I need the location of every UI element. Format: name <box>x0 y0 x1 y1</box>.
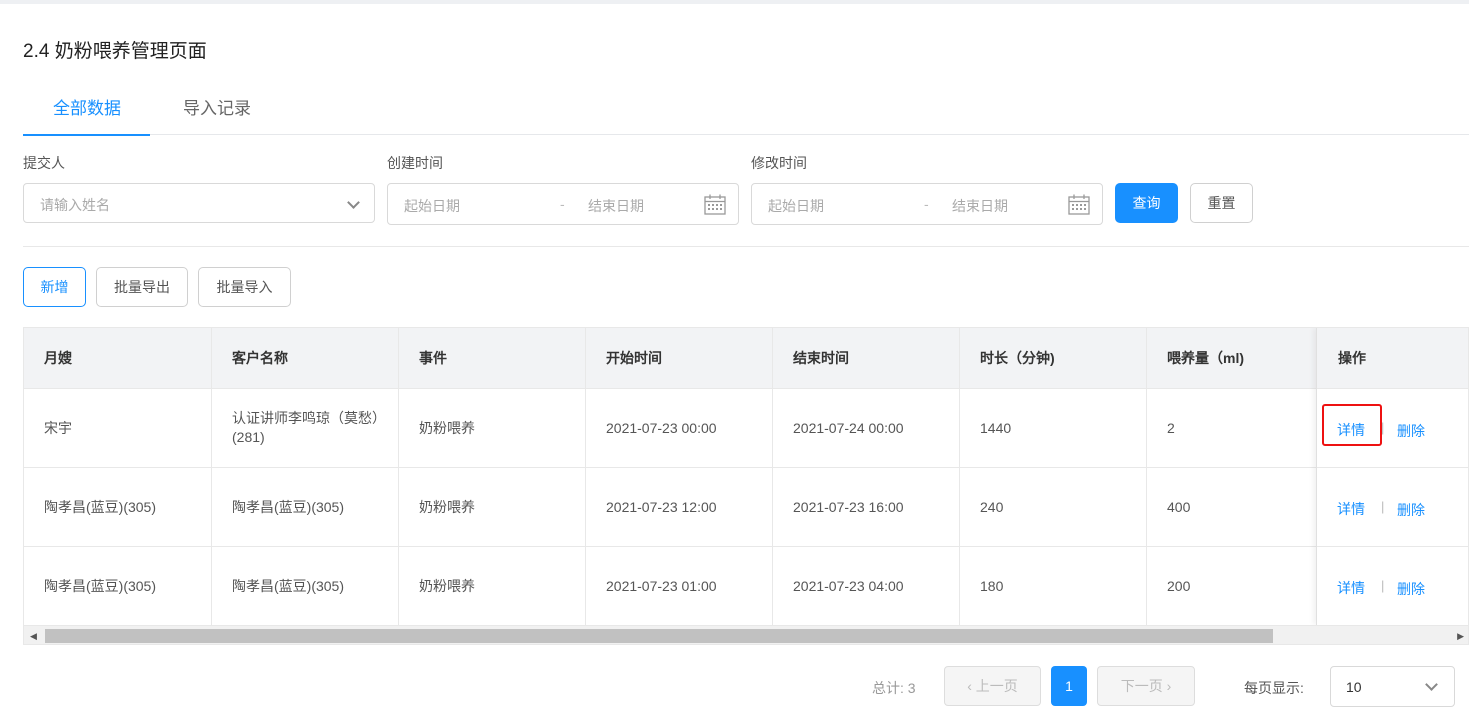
scrollbar-thumb[interactable] <box>45 629 1273 643</box>
top-border <box>0 0 1469 4</box>
header-feeding-amount: 喂养量（ml) <box>1167 350 1244 366</box>
cell-feeding-amount: 200 <box>1167 577 1191 594</box>
section-divider <box>23 246 1469 247</box>
modified-time-label: 修改时间 <box>751 155 807 171</box>
batch-export-button[interactable]: 批量导出 <box>96 267 188 307</box>
table-header: 月嫂 客户名称 事件 开始时间 结束时间 时长（分钟) 喂养量（ml) 操作 <box>24 328 1468 388</box>
calendar-icon[interactable] <box>1068 194 1090 215</box>
cell-nanny: 陶孝昌(蓝豆)(305) <box>44 577 157 594</box>
tab-bar: 全部数据 导入记录 <box>23 86 1469 136</box>
operations-column: 详情 | 删除 详情 | 删除 详情 | 删除 <box>1316 328 1468 625</box>
prev-page-label: 上一页 <box>975 678 1018 694</box>
chevron-down-icon <box>347 196 360 209</box>
reset-button[interactable]: 重置 <box>1190 183 1253 223</box>
date-separator: - <box>924 196 929 212</box>
cell-duration: 1440 <box>980 419 1012 436</box>
add-button[interactable]: 新增 <box>23 267 86 307</box>
cell-event: 奶粉喂养 <box>419 419 475 436</box>
calendar-icon[interactable] <box>704 194 726 215</box>
cell-feeding-amount: 2 <box>1167 419 1175 436</box>
cell-customer: 陶孝昌(蓝豆)(305) <box>232 498 345 515</box>
submitter-select[interactable]: 请输入姓名 <box>23 183 375 223</box>
cell-start-time: 2021-07-23 00:00 <box>606 419 717 436</box>
next-page-label: 下一页 <box>1120 678 1163 694</box>
created-time-range[interactable]: 起始日期 - 结束日期 <box>387 183 739 225</box>
tab-all-data[interactable]: 全部数据 <box>23 86 150 136</box>
header-customer: 客户名称 <box>232 350 288 366</box>
cell-duration: 240 <box>980 498 1004 515</box>
cell-end-time: 2021-07-24 00:00 <box>793 419 904 436</box>
op-separator: | <box>1381 578 1385 593</box>
prev-page-button[interactable]: ‹ 上一页 <box>944 666 1041 706</box>
query-button[interactable]: 查询 <box>1115 183 1178 223</box>
submitter-placeholder: 请输入姓名 <box>40 197 110 213</box>
cell-duration: 180 <box>980 577 1004 594</box>
page-size-label: 每页显示: <box>1244 680 1304 696</box>
cell-nanny: 宋宇 <box>44 419 72 436</box>
header-start-time: 开始时间 <box>606 350 662 366</box>
cell-nanny: 陶孝昌(蓝豆)(305) <box>44 498 157 515</box>
table-row: 陶孝昌(蓝豆)(305) 陶孝昌(蓝豆)(305) 奶粉喂养 2021-07-2… <box>24 467 1468 546</box>
modified-end-date-input[interactable]: 结束日期 <box>952 196 1008 216</box>
op-separator: | <box>1381 499 1385 514</box>
header-end-time: 结束时间 <box>793 350 849 366</box>
table-row: 宋宇 认证讲师李鸣琼（莫愁）(281) 奶粉喂养 2021-07-23 00:0… <box>24 388 1468 467</box>
cell-event: 奶粉喂养 <box>419 498 475 515</box>
cell-customer: 认证讲师李鸣琼（莫愁）(281) <box>232 410 379 445</box>
tab-import-records[interactable]: 导入记录 <box>183 86 251 135</box>
scroll-right-arrow-icon[interactable]: ▶ <box>1457 631 1464 642</box>
cell-customer: 陶孝昌(蓝豆)(305) <box>232 577 345 594</box>
cell-start-time: 2021-07-23 01:00 <box>606 577 717 594</box>
delete-link[interactable]: 删除 <box>1397 579 1425 599</box>
delete-link[interactable]: 删除 <box>1397 421 1425 441</box>
chevron-left-icon: ‹ <box>967 678 972 694</box>
chevron-right-icon: › <box>1166 678 1172 694</box>
batch-import-button[interactable]: 批量导入 <box>198 267 291 307</box>
modified-time-range[interactable]: 起始日期 - 结束日期 <box>751 183 1103 225</box>
submitter-label: 提交人 <box>23 155 65 171</box>
highlight-box <box>1322 404 1382 446</box>
created-end-date-input[interactable]: 结束日期 <box>588 196 644 216</box>
cell-end-time: 2021-07-23 16:00 <box>793 498 904 515</box>
header-duration: 时长（分钟) <box>980 350 1055 366</box>
page-number-button[interactable]: 1 <box>1051 666 1087 706</box>
page-size-value: 10 <box>1346 679 1362 695</box>
detail-link[interactable]: 详情 <box>1337 578 1365 598</box>
header-nanny: 月嫂 <box>44 350 72 366</box>
created-start-date-input[interactable]: 起始日期 <box>404 196 460 216</box>
data-table: 月嫂 客户名称 事件 开始时间 结束时间 时长（分钟) 喂养量（ml) 操作 宋… <box>23 327 1469 645</box>
chevron-down-icon <box>1425 678 1438 691</box>
cell-end-time: 2021-07-23 04:00 <box>793 577 904 594</box>
table-row: 陶孝昌(蓝豆)(305) 陶孝昌(蓝豆)(305) 奶粉喂养 2021-07-2… <box>24 546 1468 625</box>
modified-start-date-input[interactable]: 起始日期 <box>768 196 824 216</box>
page-title: 2.4 奶粉喂养管理页面 <box>23 41 207 62</box>
date-separator: - <box>560 196 565 212</box>
header-event: 事件 <box>419 350 447 366</box>
cell-start-time: 2021-07-23 12:00 <box>606 498 717 515</box>
scroll-left-arrow-icon[interactable]: ◀ <box>30 631 37 642</box>
page-size-select[interactable]: 10 <box>1330 666 1455 707</box>
horizontal-scrollbar[interactable]: ◀ ▶ <box>24 625 1468 644</box>
next-page-button[interactable]: 下一页 › <box>1097 666 1195 706</box>
detail-link[interactable]: 详情 <box>1337 499 1365 519</box>
delete-link[interactable]: 删除 <box>1397 500 1425 520</box>
pagination-total: 总计: 3 <box>872 680 916 696</box>
cell-feeding-amount: 400 <box>1167 498 1191 515</box>
cell-event: 奶粉喂养 <box>419 577 475 594</box>
created-time-label: 创建时间 <box>387 155 443 171</box>
